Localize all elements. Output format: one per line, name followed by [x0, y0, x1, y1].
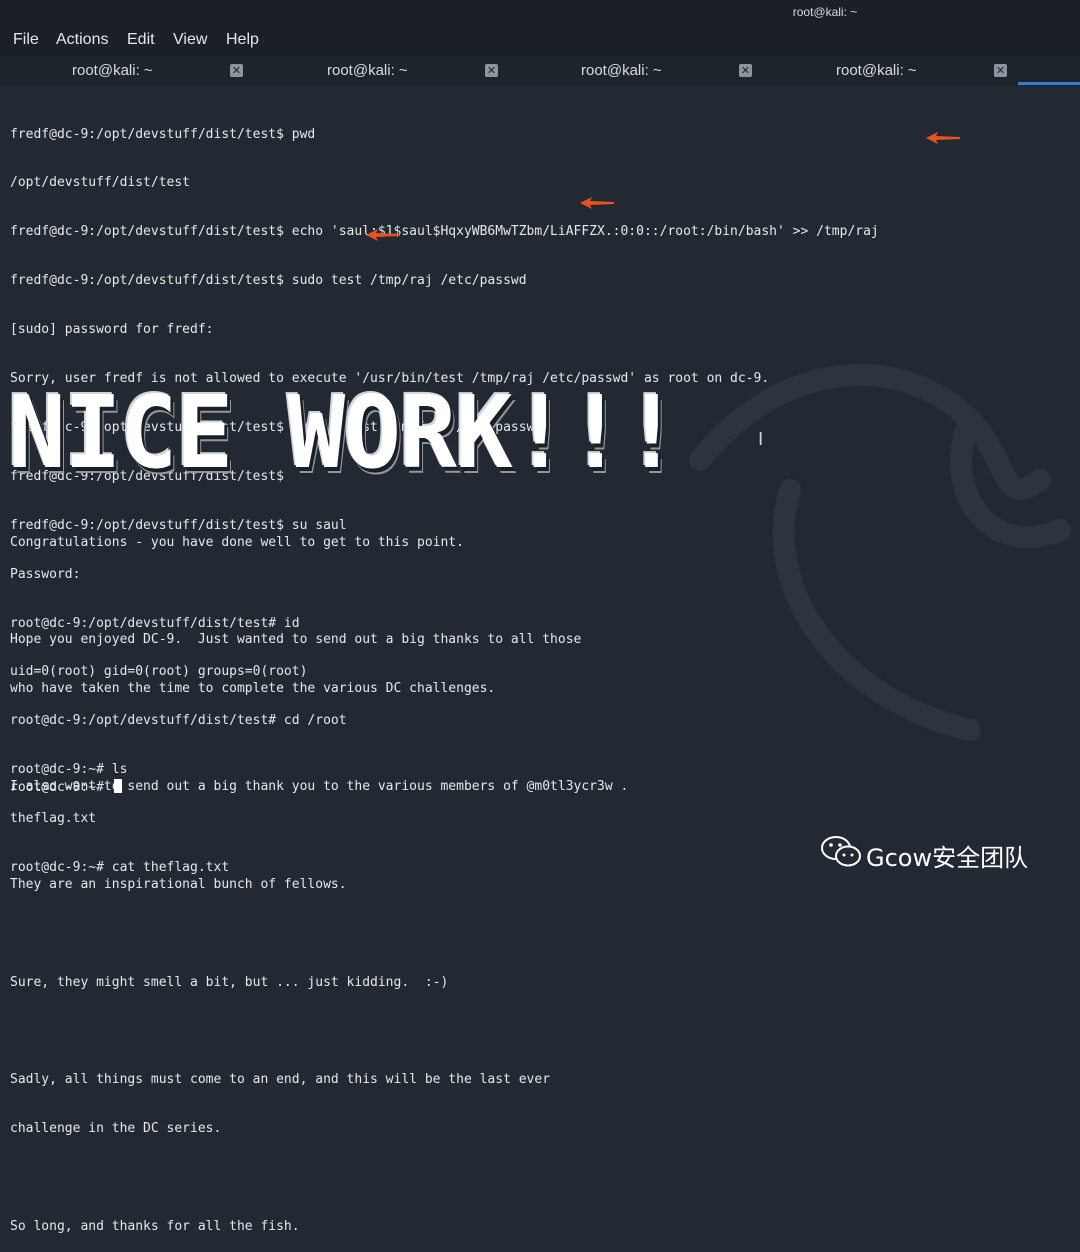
- message-line: challenge in the DC series.: [10, 1121, 222, 1137]
- menu-view[interactable]: View: [173, 31, 207, 49]
- message-line: They are an inspirational bunch of fello…: [10, 876, 347, 892]
- tab-3[interactable]: root@kali: ~ ✕: [509, 56, 764, 86]
- message-line: [10, 828, 910, 844]
- terminal-cursor: [113, 779, 122, 793]
- message-line: [10, 730, 910, 746]
- prompt-text: root@dc-9:~#: [10, 780, 112, 795]
- menu-bar: File Actions Edit View Help: [0, 24, 1080, 56]
- menu-actions[interactable]: Actions: [56, 31, 108, 49]
- message-line: [10, 926, 910, 942]
- tab-label: root@kali: ~: [581, 62, 662, 79]
- command-prompt[interactable]: root@dc-9:~#: [10, 779, 122, 796]
- menu-edit[interactable]: Edit: [127, 31, 155, 49]
- menu-help[interactable]: Help: [226, 31, 259, 49]
- message-line: [10, 1170, 910, 1186]
- terminal-line: /opt/devstuff/dist/test: [10, 175, 191, 191]
- message-line: Hope you enjoyed DC-9. Just wanted to se…: [10, 632, 582, 648]
- menu-file[interactable]: File: [13, 31, 39, 49]
- terminal-line: [sudo] password for fredf:: [10, 322, 214, 338]
- watermark-text: Gcow安全团队: [866, 844, 1029, 872]
- message-line: I also want to send out a big thank you …: [10, 779, 629, 795]
- text-cursor-icon: I: [758, 429, 764, 450]
- terminal-line: fredf@dc-9:/opt/devstuff/dist/test$ sudo…: [10, 273, 527, 289]
- tab-1[interactable]: root@kali: ~ ✕: [0, 56, 255, 86]
- annotation-arrow-icon: [926, 132, 960, 144]
- close-icon[interactable]: ✕: [485, 64, 498, 77]
- message-line: So long, and thanks for all the fish.: [10, 1219, 300, 1235]
- close-icon[interactable]: ✕: [739, 64, 752, 77]
- tab-bar: root@kali: ~ ✕ root@kali: ~ ✕ root@kali:…: [0, 56, 1080, 86]
- active-tab-indicator: [1018, 82, 1080, 85]
- wechat-icon: [821, 836, 861, 867]
- message-line: Sadly, all things must come to an end, a…: [10, 1072, 551, 1088]
- terminal-line: fredf@dc-9:/opt/devstuff/dist/test$ pwd: [10, 126, 316, 142]
- annotation-arrow-icon: [366, 229, 400, 241]
- message-line: Congratulations - you have done well to …: [10, 534, 464, 550]
- terminal-line: fredf@dc-9:/opt/devstuff/dist/test$ echo…: [10, 224, 879, 240]
- message-line: Sure, they might smell a bit, but ... ju…: [10, 974, 449, 990]
- tab-2[interactable]: root@kali: ~ ✕: [255, 56, 510, 86]
- title-bar: root@kali: ~: [0, 0, 1080, 24]
- nice-work-banner: NICE WORK!!!: [8, 374, 680, 491]
- tab-label: root@kali: ~: [836, 62, 917, 79]
- message-line: [10, 1024, 910, 1040]
- tab-label: root@kali: ~: [327, 62, 408, 79]
- annotation-arrow-icon: [580, 197, 614, 209]
- tab-label: root@kali: ~: [72, 62, 153, 79]
- window-title: root@kali: ~: [792, 5, 858, 19]
- tab-4[interactable]: root@kali: ~ ✕: [764, 56, 1019, 86]
- close-icon[interactable]: ✕: [230, 64, 243, 77]
- flag-message: Congratulations - you have done well to …: [10, 502, 910, 1252]
- close-icon[interactable]: ✕: [994, 64, 1007, 77]
- message-line: who have taken the time to complete the …: [10, 681, 496, 697]
- message-line: [10, 583, 910, 599]
